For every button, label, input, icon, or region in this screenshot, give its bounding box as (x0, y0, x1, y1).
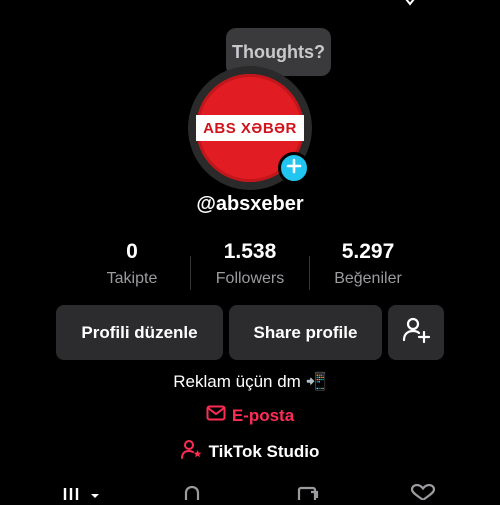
likes-label[interactable]: Beğeniler (310, 270, 426, 288)
liked-tab[interactable] (410, 483, 436, 505)
reposts-tab[interactable] (297, 484, 321, 505)
edit-profile-button[interactable]: Profili düzenle (56, 305, 223, 360)
likes-count[interactable]: 5.297 (310, 240, 426, 264)
followers-label[interactable]: Followers (190, 270, 310, 288)
top-partial-icon (404, 0, 416, 6)
following-count[interactable]: 0 (82, 240, 182, 264)
share-profile-label: Share profile (253, 322, 358, 342)
heart-icon (410, 483, 436, 504)
following-label[interactable]: Takipte (82, 270, 182, 288)
private-tab[interactable] (181, 484, 203, 505)
share-profile-button[interactable]: Share profile (229, 305, 382, 360)
username: @absxeber (196, 193, 304, 215)
plus-icon (286, 158, 302, 179)
add-friend-icon (401, 315, 431, 350)
lock-icon (181, 485, 203, 504)
followers-count[interactable]: 1.538 (190, 240, 310, 264)
tiktok-studio-link[interactable]: TikTok Studio (0, 439, 500, 464)
grid-icon (62, 487, 102, 504)
avatar-logo-text: ABS XƏBƏR (196, 115, 304, 141)
repost-icon (297, 486, 321, 504)
add-friend-button[interactable] (388, 305, 444, 360)
tiktok-studio-label: TikTok Studio (208, 441, 320, 461)
bio-text: Reklam üçün dm 📲 (173, 372, 327, 391)
thoughts-text: Thoughts? (232, 41, 325, 62)
add-story-button[interactable] (278, 152, 310, 184)
edit-profile-label: Profili düzenle (81, 322, 198, 342)
mail-icon (206, 405, 226, 426)
email-label: E-posta (231, 405, 295, 425)
videos-tab[interactable] (62, 484, 102, 505)
person-star-icon (180, 439, 203, 464)
email-link[interactable]: E-posta (0, 405, 500, 426)
